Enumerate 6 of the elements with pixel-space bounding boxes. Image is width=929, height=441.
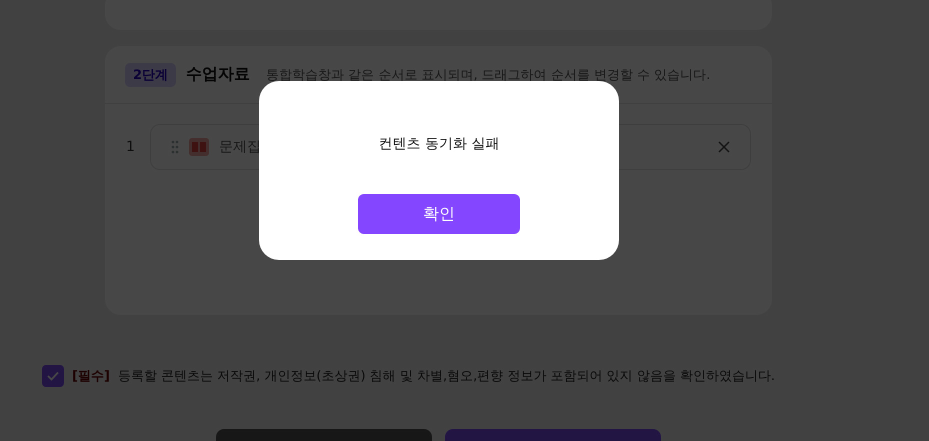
confirm-button[interactable]: 확인 (358, 194, 520, 234)
dialog-message: 컨텐츠 동기화 실패 (378, 135, 500, 153)
agreement-text: 등록할 콘텐츠는 저작권, 개인정보(초상권) 침해 및 차별,혐오,편향 정보가 포함되어 있지 않음을 확인하였습니다. (118, 368, 776, 385)
row-number: 1 (126, 139, 134, 155)
section-title: 수업자료 (186, 64, 250, 85)
required-tag: [필수] (72, 367, 110, 385)
